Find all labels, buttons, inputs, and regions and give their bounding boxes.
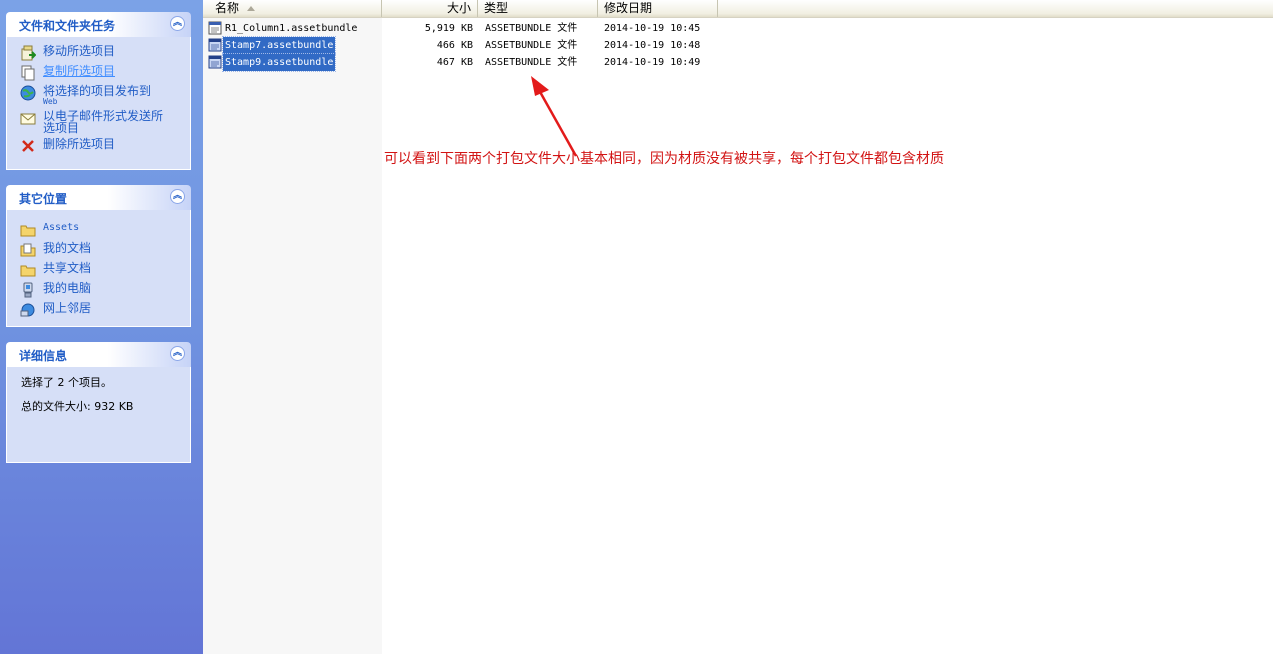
place-my-computer-label: 我的电脑 <box>43 281 92 295</box>
column-header-type[interactable]: 类型 <box>478 0 598 17</box>
place-assets[interactable]: Assets <box>7 220 190 238</box>
place-my-computer[interactable]: 我的电脑 <box>7 280 190 298</box>
other-places-body: Assets 我的文档 共享文档 我的电脑 网上邻居 <box>6 210 191 327</box>
column-header-type-label: 类型 <box>484 1 509 15</box>
file-size: 5,919 KB <box>424 23 473 34</box>
place-network[interactable]: 网上邻居 <box>7 300 190 318</box>
task-delete-label: 删除所选项目 <box>43 137 116 151</box>
column-header-size[interactable]: 大小 <box>382 0 478 17</box>
network-icon <box>20 303 35 317</box>
file-name: Stamp9.assetbundle <box>221 53 337 72</box>
file-list-view[interactable]: 名称 大小 类型 修改日期 R1_Column1.assetbundle 5,9… <box>203 0 1273 654</box>
other-places-panel: 其它位置 ︽ Assets 我的文档 共享文档 我的电脑 网上邻居 <box>6 185 191 327</box>
other-places-title: 其它位置 <box>19 192 68 206</box>
task-publish-sublabel: Web <box>43 97 58 106</box>
collapse-other-places-button[interactable]: ︽ <box>170 189 185 204</box>
file-type: ASSETBUNDLE 文件 <box>485 57 578 68</box>
task-copy-label: 复制所选项目 <box>43 64 116 78</box>
file-tasks-header[interactable]: 文件和文件夹任务 ︽ <box>6 12 191 37</box>
annotation-text: 可以看到下面两个打包文件大小基本相同，因为材质没有被共享，每个打包文件都包含材质 <box>384 151 944 167</box>
file-row[interactable]: Stamp9.assetbundle 467 KB ASSETBUNDLE 文件… <box>203 53 743 72</box>
task-email-label: 以电子邮件形式发送所 <box>43 109 164 123</box>
collapse-details-button[interactable]: ︽ <box>170 346 185 361</box>
file-modified: 2014-10-19 10:45 <box>604 23 701 34</box>
details-header[interactable]: 详细信息 ︽ <box>6 342 191 367</box>
assetbundle-file-icon <box>208 55 222 69</box>
file-name: R1_Column1.assetbundle <box>225 23 358 34</box>
my-computer-icon <box>23 282 33 298</box>
assetbundle-file-icon <box>208 38 222 52</box>
place-network-label: 网上邻居 <box>43 301 92 315</box>
folder-icon <box>20 225 36 237</box>
chevron-up-icon: ︽ <box>172 348 182 358</box>
total-size-text: 总的文件大小: 932 KB <box>21 400 134 413</box>
collapse-file-tasks-button[interactable]: ︽ <box>170 16 185 31</box>
file-tasks-panel: 文件和文件夹任务 ︽ 移动所选项目 复制所选项目 将选择的项目发布到 Web 以… <box>6 12 191 170</box>
assetbundle-file-icon <box>208 21 222 35</box>
publish-web-icon <box>20 85 36 101</box>
column-header-name[interactable]: 名称 <box>203 0 382 17</box>
file-type: ASSETBUNDLE 文件 <box>485 40 578 51</box>
delete-icon <box>22 140 34 152</box>
task-move-label: 移动所选项目 <box>43 44 116 58</box>
details-body: 选择了 2 个项目。 总的文件大小: 932 KB <box>6 367 191 463</box>
name-column-background <box>203 18 382 654</box>
file-row[interactable]: Stamp7.assetbundle 466 KB ASSETBUNDLE 文件… <box>203 36 743 55</box>
place-my-documents[interactable]: 我的文档 <box>7 240 190 258</box>
selected-count-text: 选择了 2 个项目。 <box>21 376 112 389</box>
task-copy-selected[interactable]: 复制所选项目 <box>7 63 190 81</box>
column-header-size-label: 大小 <box>446 1 471 15</box>
file-modified: 2014-10-19 10:49 <box>604 57 701 68</box>
place-my-documents-label: 我的文档 <box>43 241 92 255</box>
details-title: 详细信息 <box>19 349 68 363</box>
column-header-name-label: 名称 <box>215 1 240 15</box>
file-size: 466 KB <box>436 40 473 51</box>
file-tasks-body: 移动所选项目 复制所选项目 将选择的项目发布到 Web 以电子邮件形式发送所 选… <box>6 37 191 170</box>
shared-folder-icon <box>20 265 36 277</box>
chevron-up-icon: ︽ <box>172 191 182 201</box>
file-type: ASSETBUNDLE 文件 <box>485 23 578 34</box>
task-email-selected[interactable]: 以电子邮件形式发送所 选项目 <box>7 108 190 134</box>
task-pane: 文件和文件夹任务 ︽ 移动所选项目 复制所选项目 将选择的项目发布到 Web 以… <box>0 0 203 654</box>
task-email-label-line2: 选项目 <box>43 121 80 135</box>
sort-ascending-icon <box>247 6 256 11</box>
place-assets-label: Assets <box>43 222 80 233</box>
task-publish-web[interactable]: 将选择的项目发布到 Web <box>7 83 190 106</box>
file-row[interactable]: R1_Column1.assetbundle 5,919 KB ASSETBUN… <box>203 20 743 37</box>
move-icon <box>21 45 36 61</box>
file-size: 467 KB <box>436 57 473 68</box>
other-places-header[interactable]: 其它位置 ︽ <box>6 185 191 210</box>
place-shared-documents[interactable]: 共享文档 <box>7 260 190 278</box>
column-header-modified[interactable]: 修改日期 <box>598 0 718 17</box>
details-panel: 详细信息 ︽ 选择了 2 个项目。 总的文件大小: 932 KB <box>6 342 191 463</box>
chevron-up-icon: ︽ <box>172 18 182 28</box>
email-icon <box>20 113 36 125</box>
file-name: Stamp7.assetbundle <box>221 36 337 55</box>
task-publish-label: 将选择的项目发布到 <box>43 84 152 98</box>
task-delete-selected[interactable]: 删除所选项目 <box>7 136 190 154</box>
column-header-bar: 名称 大小 类型 修改日期 <box>203 0 1273 18</box>
my-documents-icon <box>20 243 36 257</box>
column-header-modified-label: 修改日期 <box>604 1 653 15</box>
task-move-selected[interactable]: 移动所选项目 <box>7 43 190 61</box>
place-shared-documents-label: 共享文档 <box>43 261 92 275</box>
file-tasks-title: 文件和文件夹任务 <box>19 19 116 33</box>
file-modified: 2014-10-19 10:48 <box>604 40 701 51</box>
copy-icon <box>21 65 35 81</box>
